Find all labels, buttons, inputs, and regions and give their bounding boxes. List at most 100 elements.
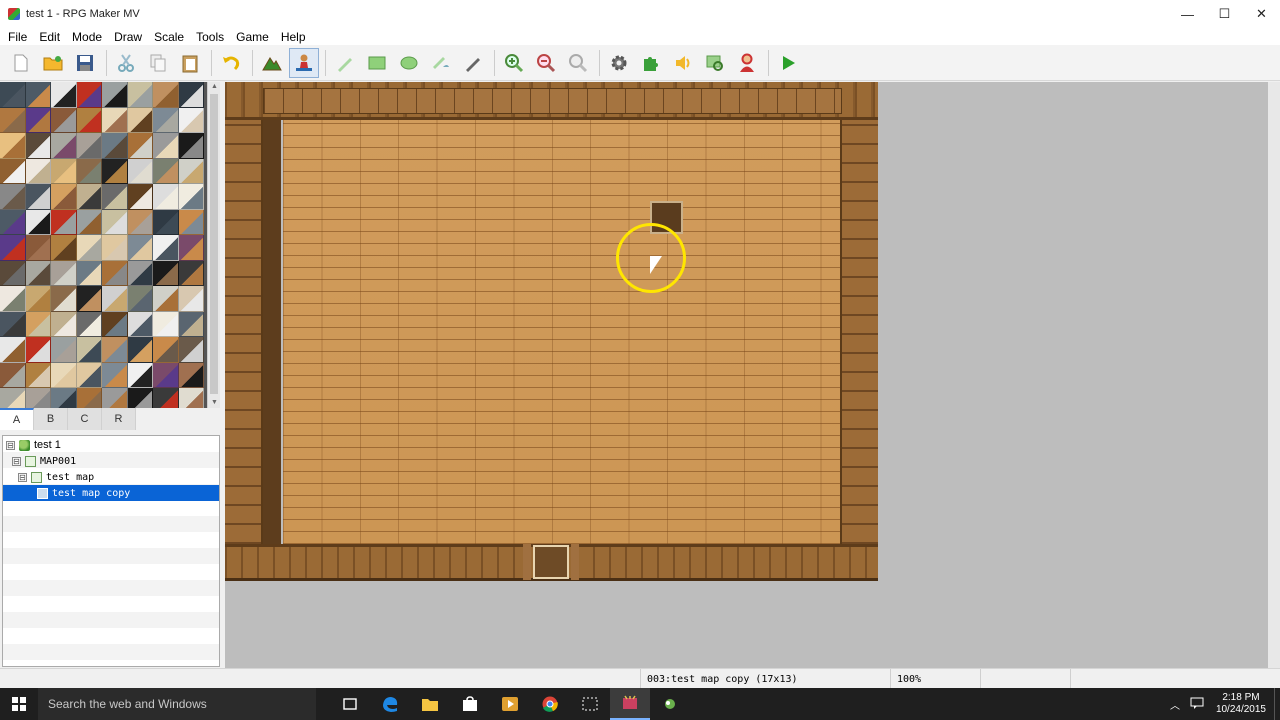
new-project-button[interactable] bbox=[6, 48, 36, 78]
tileset-grid[interactable] bbox=[0, 82, 204, 408]
tileset-tile[interactable] bbox=[0, 107, 26, 133]
copy-button[interactable] bbox=[143, 48, 173, 78]
shadow-pen-button[interactable] bbox=[458, 48, 488, 78]
taskbar-edge[interactable] bbox=[370, 688, 410, 720]
tileset-tile[interactable] bbox=[178, 82, 204, 108]
tileset-tile[interactable] bbox=[0, 337, 26, 363]
tileset-tile[interactable] bbox=[102, 311, 128, 337]
tileset-tile[interactable] bbox=[102, 286, 128, 312]
taskbar-snipping-tool[interactable] bbox=[570, 688, 610, 720]
event-searcher-button[interactable] bbox=[700, 48, 730, 78]
map-scrollbar[interactable] bbox=[1268, 82, 1280, 668]
tileset-tile[interactable] bbox=[153, 260, 179, 286]
tileset-tile[interactable] bbox=[51, 337, 77, 363]
tileset-tile[interactable] bbox=[25, 311, 51, 337]
tileset-tile[interactable] bbox=[153, 337, 179, 363]
tileset-tile[interactable] bbox=[178, 311, 204, 337]
chevron-up-icon[interactable]: ︿ bbox=[1164, 697, 1186, 712]
tileset-tile[interactable] bbox=[51, 388, 77, 408]
tileset-tile[interactable] bbox=[51, 286, 77, 312]
database-button[interactable] bbox=[604, 48, 634, 78]
tileset-tile[interactable] bbox=[76, 362, 102, 388]
tileset-tile[interactable] bbox=[153, 209, 179, 235]
tileset-tile[interactable] bbox=[76, 260, 102, 286]
tree-item-test-map[interactable]: ⊟ test map bbox=[3, 469, 219, 485]
menu-scale[interactable]: Scale bbox=[148, 30, 190, 44]
tileset-tile[interactable] bbox=[127, 388, 153, 408]
event-mode-button[interactable] bbox=[289, 47, 319, 78]
tileset-tile[interactable] bbox=[102, 133, 128, 159]
tileset-tile[interactable] bbox=[0, 388, 26, 408]
tileset-tile[interactable] bbox=[25, 158, 51, 184]
tileset-tile[interactable] bbox=[0, 362, 26, 388]
tileset-tile[interactable] bbox=[127, 184, 153, 210]
tileset-tile[interactable] bbox=[0, 235, 26, 261]
tileset-tile[interactable] bbox=[25, 133, 51, 159]
tileset-tile[interactable] bbox=[76, 82, 102, 108]
zoom-out-button[interactable] bbox=[531, 48, 561, 78]
tileset-tile[interactable] bbox=[51, 158, 77, 184]
tileset-tile[interactable] bbox=[102, 158, 128, 184]
ellipse-tool-button[interactable] bbox=[394, 48, 424, 78]
tileset-tile[interactable] bbox=[0, 286, 26, 312]
tileset-tile[interactable] bbox=[25, 362, 51, 388]
tileset-tile[interactable] bbox=[178, 209, 204, 235]
minimize-button[interactable]: — bbox=[1169, 0, 1206, 28]
cut-button[interactable] bbox=[111, 48, 141, 78]
plugin-manager-button[interactable] bbox=[636, 48, 666, 78]
tileset-tile[interactable] bbox=[153, 388, 179, 408]
pencil-tool-button[interactable] bbox=[330, 48, 360, 78]
tileset-tile[interactable] bbox=[153, 82, 179, 108]
menu-file[interactable]: File bbox=[2, 30, 33, 44]
save-project-button[interactable] bbox=[70, 48, 100, 78]
tileset-tile[interactable] bbox=[178, 235, 204, 261]
tileset-tile[interactable] bbox=[0, 184, 26, 210]
playtest-button[interactable] bbox=[773, 48, 803, 78]
tileset-tile[interactable] bbox=[0, 209, 26, 235]
tileset-tile[interactable] bbox=[51, 209, 77, 235]
tileset-tile[interactable] bbox=[25, 184, 51, 210]
tileset-tile[interactable] bbox=[127, 311, 153, 337]
tileset-tile[interactable] bbox=[76, 133, 102, 159]
tileset-tile[interactable] bbox=[153, 286, 179, 312]
tileset-tile[interactable] bbox=[178, 260, 204, 286]
tileset-tile[interactable] bbox=[25, 209, 51, 235]
scroll-up-icon[interactable]: ▲ bbox=[208, 82, 221, 92]
tab-b[interactable]: B bbox=[34, 408, 68, 430]
tileset-tile[interactable] bbox=[127, 107, 153, 133]
door-event-tile[interactable] bbox=[523, 544, 579, 580]
sound-test-button[interactable] bbox=[668, 48, 698, 78]
collapse-icon[interactable]: ⊟ bbox=[12, 456, 21, 466]
taskbar-search-box[interactable]: Search the web and Windows bbox=[38, 688, 316, 720]
tileset-tile[interactable] bbox=[127, 337, 153, 363]
tileset-tile[interactable] bbox=[51, 107, 77, 133]
zoom-in-button[interactable] bbox=[499, 48, 529, 78]
tileset-tile[interactable] bbox=[178, 184, 204, 210]
undo-button[interactable] bbox=[216, 48, 246, 78]
tileset-tile[interactable] bbox=[153, 235, 179, 261]
menu-tools[interactable]: Tools bbox=[190, 30, 230, 44]
tileset-tile[interactable] bbox=[127, 235, 153, 261]
tileset-tile[interactable] bbox=[0, 260, 26, 286]
tileset-tile[interactable] bbox=[25, 82, 51, 108]
taskbar-rpg-maker[interactable] bbox=[610, 688, 650, 720]
wooden-floor[interactable] bbox=[283, 120, 840, 544]
tileset-tile[interactable] bbox=[102, 235, 128, 261]
rectangle-tool-button[interactable] bbox=[362, 48, 392, 78]
tileset-tile[interactable] bbox=[25, 235, 51, 261]
map-room[interactable] bbox=[225, 82, 878, 581]
scroll-down-icon[interactable]: ▼ bbox=[208, 398, 221, 408]
tab-a[interactable]: A bbox=[0, 408, 34, 430]
tileset-tile[interactable] bbox=[76, 235, 102, 261]
tileset-tile[interactable] bbox=[76, 184, 102, 210]
tileset-tile[interactable] bbox=[51, 184, 77, 210]
taskbar-store[interactable] bbox=[450, 688, 490, 720]
taskbar-file-explorer[interactable] bbox=[410, 688, 450, 720]
scrollbar-thumb[interactable] bbox=[210, 94, 218, 394]
tileset-tile[interactable] bbox=[178, 362, 204, 388]
tileset-tile[interactable] bbox=[153, 107, 179, 133]
tileset-tile[interactable] bbox=[178, 286, 204, 312]
close-button[interactable]: ✕ bbox=[1243, 0, 1280, 28]
map-mode-button[interactable] bbox=[257, 48, 287, 78]
menu-help[interactable]: Help bbox=[275, 30, 312, 44]
